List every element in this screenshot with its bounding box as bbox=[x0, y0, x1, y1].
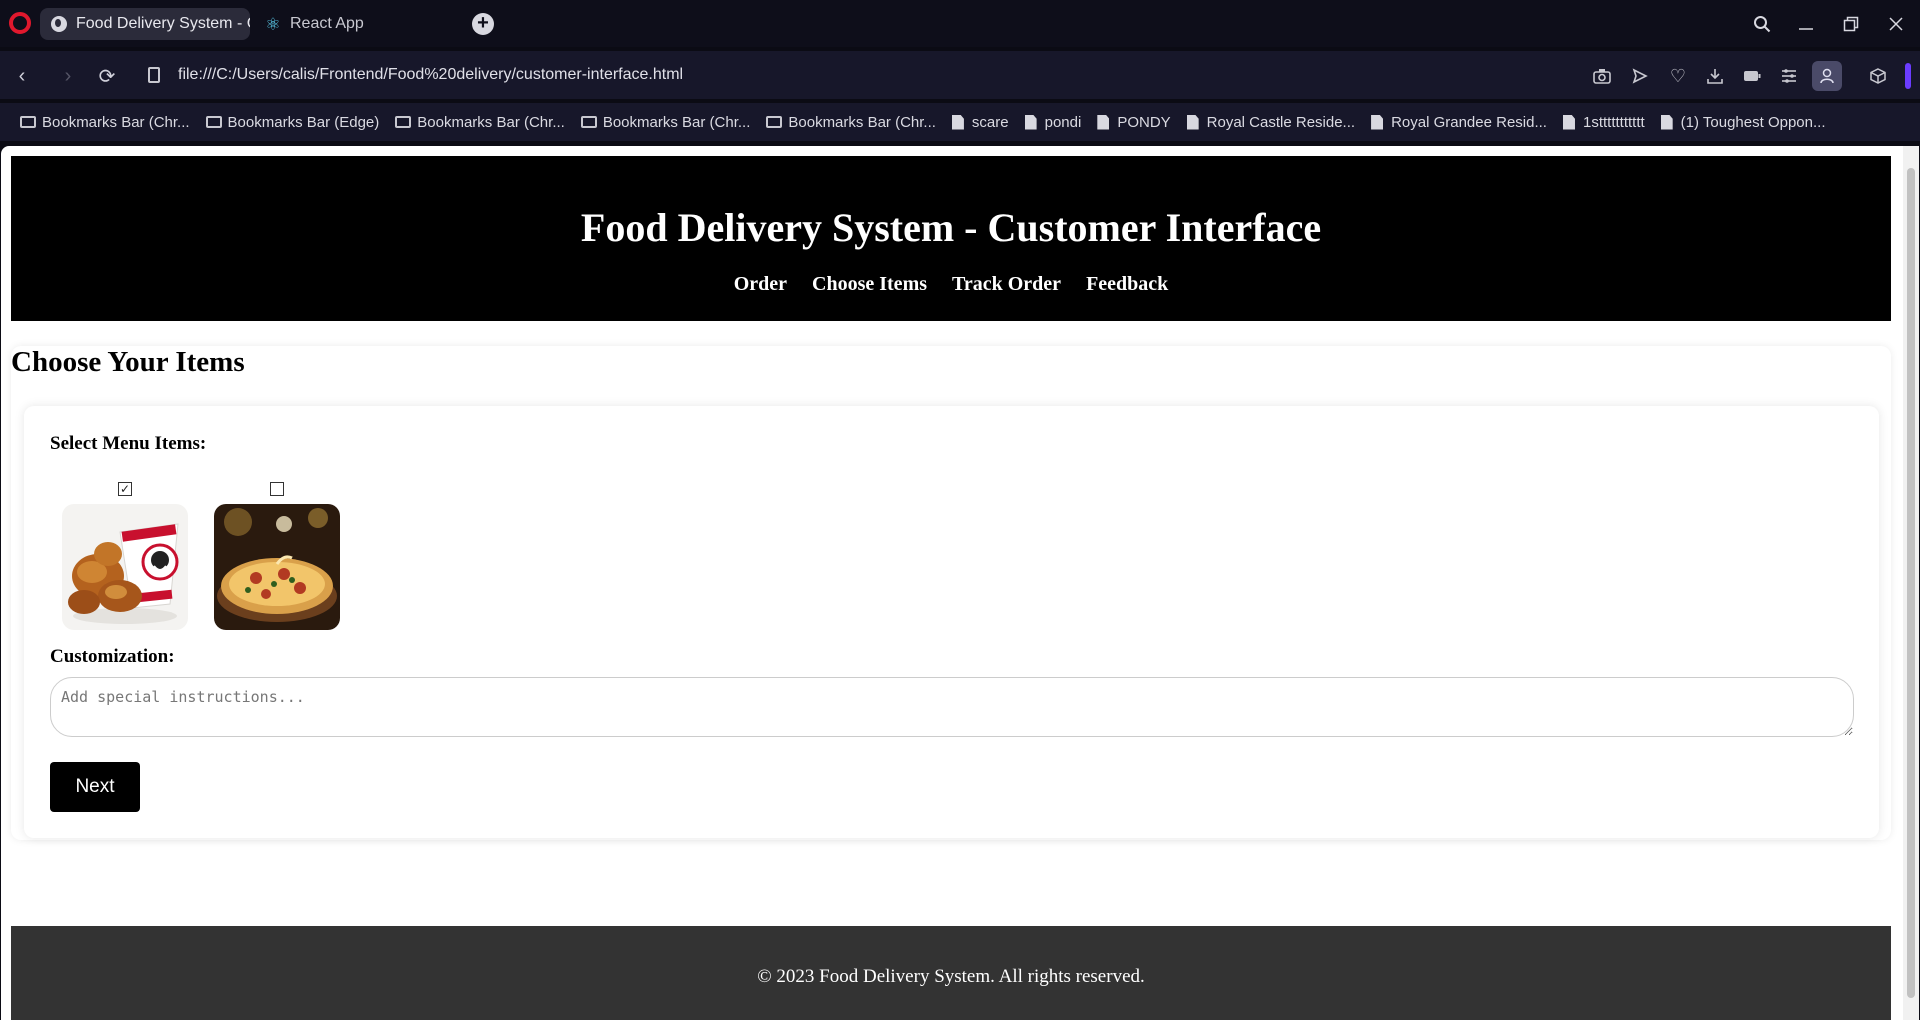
page-scrollbar[interactable] bbox=[1903, 146, 1919, 1020]
tab-react-app[interactable]: ⚛ React App bbox=[254, 8, 454, 40]
nav-choose-items[interactable]: Choose Items bbox=[812, 273, 927, 295]
chicken-checkbox[interactable]: ✓ bbox=[118, 482, 132, 496]
file-icon bbox=[148, 67, 160, 83]
bookmark-label: (1) Toughest Oppon... bbox=[1680, 113, 1826, 131]
restore-button[interactable] bbox=[1837, 10, 1865, 38]
bookmark-label: Bookmarks Bar (Chr... bbox=[788, 113, 936, 131]
bookmark-label: Bookmarks Bar (Edge) bbox=[227, 113, 380, 131]
page-icon bbox=[1660, 114, 1673, 130]
battery-saver-icon[interactable] bbox=[1740, 64, 1764, 88]
site-title: Food Delivery System - Customer Interfac… bbox=[580, 205, 1322, 250]
tab-food-delivery[interactable]: Food Delivery System - Cu bbox=[40, 8, 250, 40]
nav-order[interactable]: Order bbox=[734, 273, 787, 295]
bookmark-label: Royal Grandee Resid... bbox=[1391, 113, 1547, 131]
bookmark-item[interactable]: PONDY bbox=[1097, 113, 1171, 131]
browser-tab-bar: Food Delivery System - Cu ⚛ React App + bbox=[0, 0, 1920, 47]
folder-icon bbox=[205, 116, 222, 128]
sidebar-accent bbox=[1905, 63, 1911, 89]
bookmark-label: PONDY bbox=[1117, 113, 1171, 131]
bookmark-item[interactable]: Royal Grandee Resid... bbox=[1371, 114, 1547, 131]
bookmark-item[interactable]: Royal Castle Reside... bbox=[1186, 113, 1356, 131]
folder-icon bbox=[395, 116, 412, 128]
bookmark-label: Bookmarks Bar (Chr... bbox=[602, 113, 751, 131]
nav-track-order[interactable]: Track Order bbox=[952, 273, 1061, 295]
next-button[interactable]: Next bbox=[50, 762, 140, 812]
search-tabs-icon[interactable] bbox=[1748, 10, 1776, 38]
tab-title: Food Delivery System - Cu bbox=[76, 15, 250, 32]
new-tab-button[interactable]: + bbox=[472, 13, 494, 35]
footer-copyright: © 2023 Food Delivery System. All rights … bbox=[757, 966, 1145, 987]
bookmark-item[interactable]: (1) Toughest Oppon... bbox=[1660, 113, 1826, 131]
fried-chicken-image[interactable] bbox=[62, 504, 188, 630]
folder-icon bbox=[20, 116, 36, 128]
pizza-checkbox[interactable] bbox=[270, 482, 284, 496]
customization-input[interactable] bbox=[50, 677, 1854, 737]
close-window-button[interactable] bbox=[1882, 10, 1910, 38]
section-heading: Choose Your Items bbox=[11, 346, 245, 378]
globe-icon bbox=[50, 15, 68, 33]
page-viewport: Food Delivery System - Customer Interfac… bbox=[1, 146, 1919, 1020]
camera-icon[interactable] bbox=[1590, 64, 1614, 88]
folder-icon bbox=[580, 116, 597, 128]
site-header: Food Delivery System - Customer Interfac… bbox=[11, 156, 1891, 321]
folder-icon bbox=[766, 116, 783, 128]
forward-icon[interactable]: › bbox=[55, 63, 81, 89]
send-icon[interactable] bbox=[1628, 64, 1652, 88]
bookmark-item[interactable]: Bookmarks Bar (Chr... bbox=[766, 114, 936, 131]
page-icon bbox=[1186, 114, 1199, 130]
site-nav: Order Choose Items Track Order Feedback bbox=[11, 273, 1891, 296]
site-footer: © 2023 Food Delivery System. All rights … bbox=[11, 926, 1891, 1020]
extensions-icon[interactable] bbox=[1866, 64, 1890, 88]
download-icon[interactable] bbox=[1703, 64, 1727, 88]
reload-icon[interactable]: ⟳ bbox=[94, 63, 120, 89]
bookmark-item[interactable]: 1sttttttttttt bbox=[1562, 113, 1645, 131]
pizza-image[interactable] bbox=[214, 504, 340, 630]
select-items-label: Select Menu Items: bbox=[50, 433, 207, 454]
bookmark-item[interactable]: scare bbox=[951, 113, 1009, 131]
nav-feedback[interactable]: Feedback bbox=[1086, 273, 1168, 295]
page-icon bbox=[1097, 114, 1110, 130]
address-bar: ‹ › ⟳ file:///C:/Users/calis/Frontend/Fo… bbox=[0, 51, 1920, 99]
heart-icon[interactable]: ♡ bbox=[1666, 64, 1690, 88]
page-icon bbox=[951, 114, 964, 130]
bookmark-item[interactable]: Bookmarks Bar (Edge) bbox=[205, 113, 380, 131]
easy-setup-icon[interactable] bbox=[1777, 64, 1801, 88]
page-icon bbox=[1371, 114, 1384, 130]
choose-items-section: Choose Your Items Select Menu Items: ✓ C… bbox=[11, 346, 1891, 840]
minimize-button[interactable] bbox=[1792, 10, 1820, 38]
bookmark-label: pondi bbox=[1044, 113, 1082, 131]
opera-logo-icon[interactable] bbox=[9, 12, 31, 34]
tab-title: React App bbox=[290, 15, 364, 32]
page-icon bbox=[1024, 114, 1037, 130]
bookmark-item[interactable]: Bookmarks Bar (Chr... bbox=[395, 114, 565, 131]
bookmark-item[interactable]: pondi bbox=[1024, 113, 1082, 131]
bookmark-label: Bookmarks Bar (Chr... bbox=[417, 113, 565, 131]
bookmark-label: scare bbox=[971, 113, 1009, 131]
page-icon bbox=[1562, 114, 1575, 130]
profile-icon[interactable] bbox=[1812, 61, 1842, 91]
scrollbar-thumb[interactable] bbox=[1907, 168, 1915, 998]
url-field[interactable]: file:///C:/Users/calis/Frontend/Food%20d… bbox=[178, 66, 683, 84]
bookmark-item[interactable]: Bookmarks Bar (Chr... bbox=[20, 114, 190, 131]
bookmarks-bar: Bookmarks Bar (Chr... Bookmarks Bar (Edge… bbox=[0, 103, 1920, 141]
back-icon[interactable]: ‹ bbox=[9, 63, 35, 89]
customization-label: Customization: bbox=[50, 646, 175, 667]
bookmark-item[interactable]: Bookmarks Bar (Chr... bbox=[580, 113, 751, 131]
menu-form-card: Select Menu Items: ✓ Customization: Add … bbox=[24, 406, 1879, 838]
react-logo-icon: ⚛ bbox=[265, 14, 281, 34]
bookmark-label: 1sttttttttttt bbox=[1582, 113, 1645, 131]
bookmark-label: Bookmarks Bar (Chr... bbox=[42, 113, 190, 131]
bookmark-label: Royal Castle Reside... bbox=[1206, 113, 1356, 131]
